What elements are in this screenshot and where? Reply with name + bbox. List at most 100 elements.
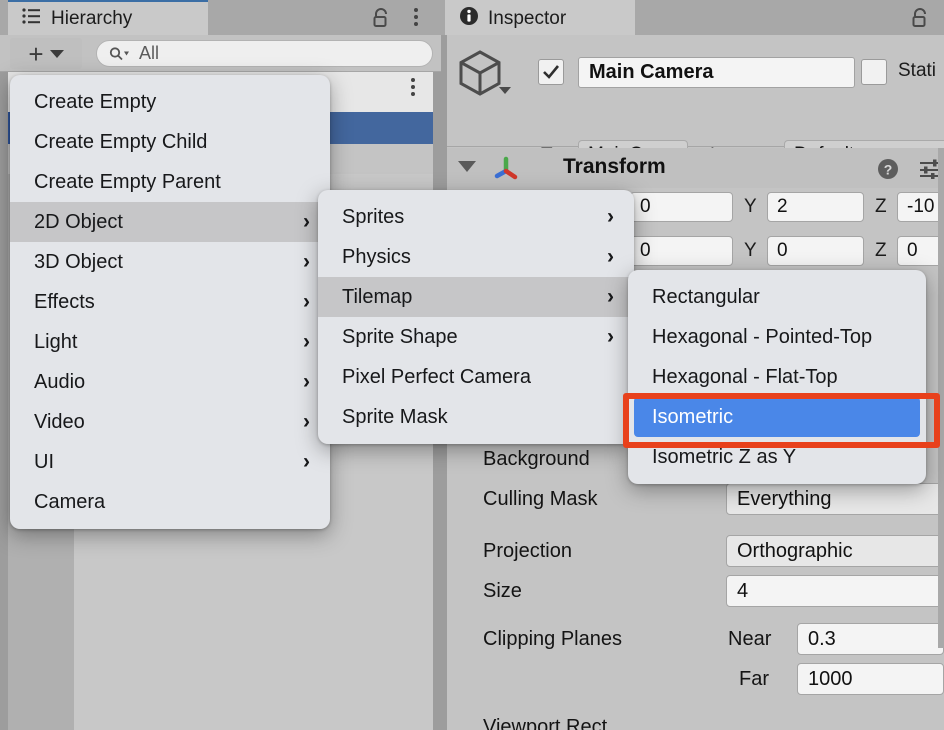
rotation-z-field[interactable]: 0 <box>897 236 944 266</box>
hierarchy-search-input[interactable]: All <box>96 40 433 67</box>
menu-item-effects[interactable]: Effects › <box>10 282 330 322</box>
menu-item-label: Create Empty Parent <box>34 170 221 193</box>
lock-open-icon[interactable] <box>910 7 930 34</box>
rotation-y-value: 0 <box>777 240 788 261</box>
axis-z-label: Z <box>875 196 887 217</box>
position-z-value: -10 <box>907 196 935 217</box>
menu-item-sprite-shape[interactable]: Sprite Shape › <box>318 317 634 357</box>
chevron-right-icon: › <box>303 370 310 393</box>
rotation-x-field[interactable]: 0 <box>630 236 733 266</box>
camera-row-clipping-near: Clipping Planes Near 0.3 <box>441 620 944 660</box>
menu-item-label: Sprite Mask <box>342 405 448 428</box>
menu-item-hexagonal-pointed-top[interactable]: Hexagonal - Pointed-Top <box>628 317 926 357</box>
hierarchy-tab-strip: Hierarchy <box>0 0 441 35</box>
chevron-down-icon <box>49 49 64 58</box>
chevron-right-icon: › <box>607 205 614 228</box>
static-checkbox[interactable] <box>861 59 887 85</box>
menu-item-physics[interactable]: Physics › <box>318 237 634 277</box>
menu-item-create-empty-child[interactable]: Create Empty Child <box>10 122 330 162</box>
inspector-tab-strip: Inspector <box>441 0 944 35</box>
menu-item-pixel-perfect-camera[interactable]: Pixel Perfect Camera <box>318 357 634 397</box>
position-y-value: 2 <box>777 196 788 217</box>
menu-item-camera[interactable]: Camera <box>10 482 330 522</box>
chevron-right-icon: › <box>607 285 614 308</box>
tab-hierarchy[interactable]: Hierarchy <box>8 0 208 35</box>
background-label: Background <box>483 448 590 470</box>
menu-item-sprites[interactable]: Sprites › <box>318 197 634 237</box>
position-x-field[interactable]: 0 <box>630 192 733 222</box>
culling-mask-dropdown[interactable]: Everything <box>726 483 944 515</box>
menu-item-label: Rectangular <box>652 285 760 308</box>
menu-item-ui[interactable]: UI › <box>10 442 330 482</box>
axis-y-label: Y <box>744 196 757 217</box>
rotation-y-field[interactable]: 0 <box>767 236 864 266</box>
add-gameobject-button[interactable]: + <box>10 38 82 69</box>
static-label: Stati <box>898 60 937 81</box>
menu-item-label: Isometric <box>652 405 734 428</box>
list-icon <box>22 8 42 29</box>
chevron-down-icon[interactable] <box>499 87 511 94</box>
create-gameobject-menu: Create Empty Create Empty Child Create E… <box>10 75 330 529</box>
camera-row-culling-mask: Culling Mask Everything <box>441 480 944 520</box>
clipping-planes-label: Clipping Planes <box>483 628 622 650</box>
gameobject-name-field[interactable]: Main Camera <box>578 57 855 88</box>
foldout-triangle-icon[interactable] <box>458 161 476 172</box>
kebab-menu-icon[interactable] <box>407 6 425 28</box>
chevron-right-icon: › <box>303 290 310 313</box>
far-field[interactable]: 1000 <box>797 663 944 695</box>
inspector-scrollbar[interactable] <box>938 148 944 648</box>
position-z-field[interactable]: -10 <box>897 192 944 222</box>
near-label: Near <box>728 628 772 650</box>
menu-item-light[interactable]: Light › <box>10 322 330 362</box>
culling-mask-label: Culling Mask <box>483 488 598 510</box>
menu-item-label: Effects <box>34 290 95 313</box>
menu-item-label: Hexagonal - Flat-Top <box>652 365 838 388</box>
menu-item-hexagonal-flat-top[interactable]: Hexagonal - Flat-Top <box>628 357 926 397</box>
size-field[interactable]: 4 <box>726 575 944 607</box>
menu-item-label: UI <box>34 450 54 473</box>
lock-open-icon[interactable] <box>371 7 391 27</box>
menu-item-label: Camera <box>34 490 106 513</box>
menu-item-isometric[interactable]: Isometric <box>634 397 920 437</box>
tab-hierarchy-label: Hierarchy <box>51 7 133 29</box>
menu-item-create-empty[interactable]: Create Empty <box>10 82 330 122</box>
transform-component-header: Transform ? <box>441 148 944 188</box>
camera-row-clipping-far: Far 1000 <box>441 660 944 700</box>
size-value: 4 <box>737 579 749 602</box>
menu-item-sprite-mask[interactable]: Sprite Mask <box>318 397 634 437</box>
menu-item-label: Create Empty <box>34 90 157 113</box>
tab-inspector[interactable]: Inspector <box>445 0 635 35</box>
gameobject-active-checkbox[interactable] <box>538 59 564 85</box>
menu-item-rectangular[interactable]: Rectangular <box>628 277 926 317</box>
position-x-value: 0 <box>640 196 651 217</box>
panel-left-edge <box>0 72 8 730</box>
camera-row-size: Size 4 <box>441 572 944 612</box>
tilemap-submenu: Rectangular Hexagonal - Pointed-Top Hexa… <box>628 270 926 484</box>
menu-item-tilemap[interactable]: Tilemap › <box>318 277 634 317</box>
inspector-object-header: Main Camera Stati Tag MainCame Layer Def… <box>441 35 944 170</box>
menu-item-3d-object[interactable]: 3D Object › <box>10 242 330 282</box>
position-y-field[interactable]: 2 <box>767 192 864 222</box>
menu-item-label: Video <box>34 410 85 433</box>
projection-dropdown[interactable]: Orthographic <box>726 535 944 567</box>
chevron-right-icon: › <box>303 330 310 353</box>
hierarchy-search-text: All <box>139 43 160 63</box>
menu-item-create-empty-parent[interactable]: Create Empty Parent <box>10 162 330 202</box>
menu-item-isometric-z-as-y[interactable]: Isometric Z as Y <box>628 437 926 477</box>
rotation-x-value: 0 <box>640 240 651 261</box>
near-field[interactable]: 0.3 <box>797 623 944 655</box>
chevron-right-icon: › <box>303 210 310 233</box>
camera-row-viewport-rect: Viewport Rect <box>441 708 944 730</box>
cube-icon <box>457 49 503 102</box>
menu-item-2d-object[interactable]: 2D Object › <box>10 202 330 242</box>
culling-mask-value: Everything <box>737 487 832 510</box>
kebab-menu-icon[interactable] <box>411 78 415 96</box>
menu-item-label: 3D Object <box>34 250 123 273</box>
menu-item-audio[interactable]: Audio › <box>10 362 330 402</box>
menu-item-video[interactable]: Video › <box>10 402 330 442</box>
help-icon[interactable]: ? <box>877 158 899 185</box>
axis-z-label: Z <box>875 240 887 261</box>
projection-value: Orthographic <box>737 539 853 562</box>
far-label: Far <box>739 668 769 690</box>
menu-item-label: Light <box>34 330 78 353</box>
